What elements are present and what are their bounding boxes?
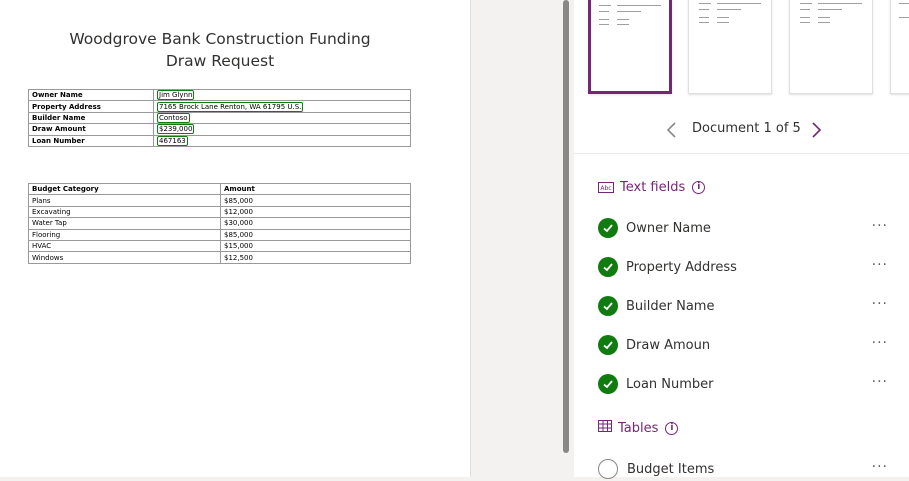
field-item-loan-number[interactable]: Loan Number ··· [598,372,898,396]
field-value-highlight[interactable]: Contoso [157,112,190,123]
table-row: Property Address 7165 Brock Lane Renton,… [28,100,411,113]
field-label: Draw Amoun [626,337,711,353]
checkmark-icon [598,296,618,316]
checkmark-icon [598,335,618,355]
budget-category: Windows [28,251,221,264]
field-key: Builder Name [28,111,154,125]
section-label: Tables [618,420,659,436]
table-row: Flooring $85,000 [28,228,411,241]
field-value-cell: 467163 [153,134,411,147]
table-row: Loan Number 467163 [28,134,411,147]
budget-category: Flooring [28,228,221,241]
chevron-left-icon[interactable] [662,118,682,142]
document-thumbnail[interactable] [890,0,909,94]
more-options-icon[interactable]: ··· [872,459,888,475]
more-options-icon[interactable]: ··· [872,218,888,234]
table-row: Plans $85,000 [28,194,411,207]
chevron-right-icon[interactable] [806,118,826,142]
divider [574,153,909,154]
document-thumbnail-selected[interactable] [588,0,672,94]
empty-circle-icon [598,459,618,479]
budget-table: Budget Category Amount Plans $85,000 Exca… [28,182,411,264]
table-row: Draw Amount $239,000 [28,123,411,136]
field-value-cell: Contoso [153,111,411,125]
more-options-icon[interactable]: ··· [872,296,888,312]
document-title: Woodgrove Bank Construction Funding Draw… [0,28,440,72]
field-label: Loan Number [626,376,714,392]
column-header-amount: Amount [220,182,411,196]
field-label: Property Address [626,259,737,275]
document-preview: Woodgrove Bank Construction Funding Draw… [0,0,471,477]
field-key: Owner Name [28,88,154,102]
info-icon[interactable]: i [665,421,679,435]
table-item-budget-items[interactable]: Budget Items ··· [598,457,898,481]
field-item-property-address[interactable]: Property Address ··· [598,255,898,279]
field-label: Budget Items [627,461,715,477]
more-options-icon[interactable]: ··· [872,257,888,273]
table-row: Excavating $12,000 [28,205,411,219]
document-counter: Document 1 of 5 [692,121,801,136]
table-row: Water Tap $30,000 [28,217,411,230]
field-value-highlight[interactable]: 467163 [157,135,188,146]
field-key: Property Address [28,100,154,113]
budget-amount: $85,000 [220,228,411,241]
field-label: Builder Name [626,298,715,314]
budget-amount: $12,000 [220,205,411,219]
tables-section-header: Tables i [598,418,679,438]
document-thumbnail[interactable] [688,0,772,94]
budget-amount: $85,000 [220,194,411,207]
field-key: Loan Number [28,134,154,147]
more-options-icon[interactable]: ··· [872,335,888,351]
budget-amount: $30,000 [220,217,411,230]
table-row: Builder Name Contoso [28,111,411,125]
checkmark-icon [598,374,618,394]
table-row: Owner Name Jim Glynn [28,88,411,102]
field-item-owner-name[interactable]: Owner Name ··· [598,216,898,240]
field-value-highlight[interactable]: Jim Glynn [157,90,195,101]
text-field-icon: Abc [598,181,614,193]
table-header-row: Budget Category Amount [28,182,411,196]
field-value-cell: Jim Glynn [153,88,411,102]
budget-category: HVAC [28,239,221,253]
budget-amount: $12,500 [220,251,411,264]
column-header-category: Budget Category [28,182,221,196]
more-options-icon[interactable]: ··· [872,374,888,390]
field-value-cell: 7165 Brock Lane Renton, WA 61795 U.S. [153,100,411,113]
table-icon [598,420,612,436]
field-value-highlight[interactable]: $239,000 [157,124,195,135]
info-icon[interactable]: i [692,180,706,194]
field-key: Draw Amount [28,123,154,136]
fields-table: Owner Name Jim Glynn Property Address 71… [28,88,411,147]
table-row: HVAC $15,000 [28,239,411,253]
field-item-builder-name[interactable]: Builder Name ··· [598,294,898,318]
document-title-line1: Woodgrove Bank Construction Funding [69,30,371,48]
field-item-draw-amount[interactable]: Draw Amoun ··· [598,333,898,357]
document-thumbnail[interactable] [789,0,873,94]
document-title-line2: Draw Request [165,52,275,70]
scrollbar-thumb[interactable] [563,0,569,453]
document-navigation: Document 1 of 5 [574,118,909,142]
text-fields-section-header: Abc Text fields i [598,177,706,197]
budget-amount: $15,000 [220,239,411,253]
budget-category: Excavating [28,205,221,219]
checkmark-icon [598,257,618,277]
labeling-panel: Document 1 of 5 Abc Text fields i Owner … [574,0,909,479]
section-label: Text fields [620,179,686,195]
checkmark-icon [598,218,618,238]
field-value-cell: $239,000 [153,123,411,136]
field-label: Owner Name [626,220,711,236]
field-value-highlight[interactable]: 7165 Brock Lane Renton, WA 61795 U.S. [157,101,304,112]
table-row: Windows $12,500 [28,251,411,264]
budget-category: Water Tap [28,217,221,230]
budget-category: Plans [28,194,221,207]
